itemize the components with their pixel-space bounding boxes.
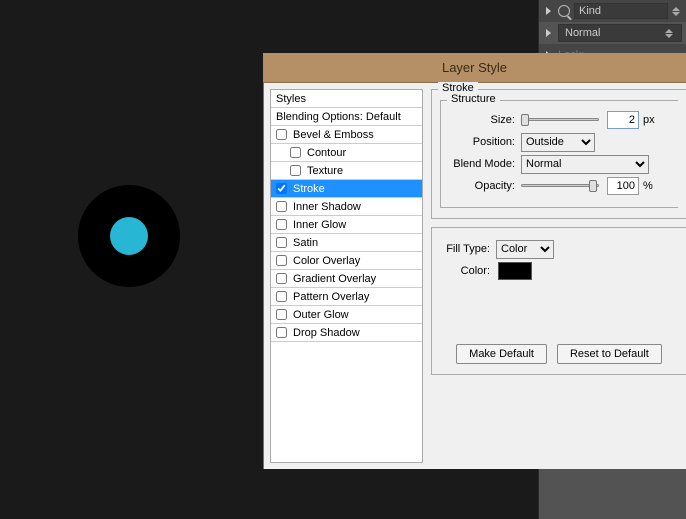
color-swatch[interactable] (498, 262, 532, 280)
style-row-pattern-overlay[interactable]: Pattern Overlay (271, 288, 422, 306)
opacity-label: Opacity: (449, 180, 521, 192)
defaults-buttons: Make Default Reset to Default (440, 344, 678, 364)
dialog-title: Layer Style (263, 53, 686, 83)
size-row: Size: px (449, 109, 670, 131)
opacity-slider[interactable] (521, 179, 599, 193)
style-row-label: Drop Shadow (293, 327, 360, 339)
style-row-label: Color Overlay (293, 255, 360, 267)
position-label: Position: (449, 136, 521, 148)
style-checkbox[interactable] (276, 327, 287, 338)
style-row-inner-shadow[interactable]: Inner Shadow (271, 198, 422, 216)
style-checkbox[interactable] (276, 255, 287, 266)
style-checkbox[interactable] (276, 291, 287, 302)
fill-group: Fill Type: Color Color: Make Default Res… (431, 227, 686, 375)
style-row-styles[interactable]: Styles (271, 90, 422, 108)
layers-filter-row: Kind (539, 0, 686, 22)
style-row-drop-shadow[interactable]: Drop Shadow (271, 324, 422, 342)
styles-list: Styles Blending Options: Default Bevel & E… (270, 89, 423, 463)
style-row-gradient-overlay[interactable]: Gradient Overlay (271, 270, 422, 288)
style-row-inner-glow[interactable]: Inner Glow (271, 216, 422, 234)
make-default-button[interactable]: Make Default (456, 344, 547, 364)
filltype-label: Fill Type: (440, 243, 496, 255)
style-checkbox[interactable] (290, 147, 301, 158)
style-row-label: Texture (307, 165, 343, 177)
style-row-outer-glow[interactable]: Outer Glow (271, 306, 422, 324)
blendmode-label: Blend Mode: (449, 158, 521, 170)
style-row-label: Pattern Overlay (293, 291, 369, 303)
style-row-stroke[interactable]: Stroke (271, 180, 422, 198)
style-row-texture[interactable]: Texture (271, 162, 422, 180)
blendmode-row: Blend Mode: Normal (449, 153, 670, 175)
canvas-shape-inner (110, 217, 148, 255)
style-checkbox[interactable] (276, 201, 287, 212)
style-row-label: Inner Shadow (293, 201, 361, 213)
style-row-color-overlay[interactable]: Color Overlay (271, 252, 422, 270)
structure-group-title: Structure (447, 93, 500, 105)
color-label: Color: (440, 265, 496, 277)
style-row-bevel-emboss[interactable]: Bevel & Emboss (271, 126, 422, 144)
style-row-label: Contour (307, 147, 346, 159)
size-label: Size: (449, 114, 521, 126)
style-checkbox[interactable] (276, 273, 287, 284)
stroke-group: Stroke Structure Size: px Position: (431, 89, 686, 219)
disclosure-icon[interactable] (546, 7, 551, 15)
layers-blendmode-row: Normal (539, 22, 686, 44)
filter-kind-select[interactable]: Kind (574, 3, 668, 19)
style-row-contour[interactable]: Contour (271, 144, 422, 162)
layer-blend-select[interactable]: Normal (558, 24, 682, 42)
opacity-row: Opacity: % (449, 175, 670, 197)
reset-default-button[interactable]: Reset to Default (557, 344, 662, 364)
style-row-blending-options-default[interactable]: Blending Options: Default (271, 108, 422, 126)
structure-group: Structure Size: px Position: Outside (440, 100, 678, 208)
style-checkbox[interactable] (276, 237, 287, 248)
layer-style-dialog: Layer Style Styles Blending Options: Defa… (263, 53, 686, 469)
style-checkbox[interactable] (276, 183, 287, 194)
position-select[interactable]: Outside (521, 133, 595, 152)
style-row-label: Bevel & Emboss (293, 129, 374, 141)
filltype-select[interactable]: Color (496, 240, 554, 259)
size-input[interactable] (607, 111, 639, 129)
size-slider[interactable] (521, 113, 599, 127)
style-checkbox[interactable] (276, 219, 287, 230)
style-checkbox[interactable] (290, 165, 301, 176)
layer-blend-label: Normal (565, 27, 600, 39)
opacity-unit: % (643, 180, 653, 192)
style-row-label: Styles (276, 93, 306, 105)
style-row-label: Satin (293, 237, 318, 249)
stroke-settings-pane: Stroke Structure Size: px Position: (423, 83, 686, 469)
style-row-label: Gradient Overlay (293, 273, 376, 285)
size-unit: px (643, 114, 655, 126)
blendmode-select[interactable]: Normal (521, 155, 649, 174)
style-row-label: Stroke (293, 183, 325, 195)
search-icon[interactable] (558, 5, 570, 17)
style-row-satin[interactable]: Satin (271, 234, 422, 252)
color-row: Color: (440, 260, 678, 282)
filltype-row: Fill Type: Color (440, 238, 678, 260)
dialog-body: Styles Blending Options: Default Bevel & E… (263, 83, 686, 469)
style-row-label: Blending Options: Default (276, 111, 401, 123)
opacity-input[interactable] (607, 177, 639, 195)
style-row-label: Inner Glow (293, 219, 346, 231)
style-row-label: Outer Glow (293, 309, 349, 321)
style-checkbox[interactable] (276, 129, 287, 140)
position-row: Position: Outside (449, 131, 670, 153)
style-checkbox[interactable] (276, 309, 287, 320)
disclosure-icon[interactable] (546, 29, 551, 37)
filter-spinner[interactable] (672, 7, 682, 16)
